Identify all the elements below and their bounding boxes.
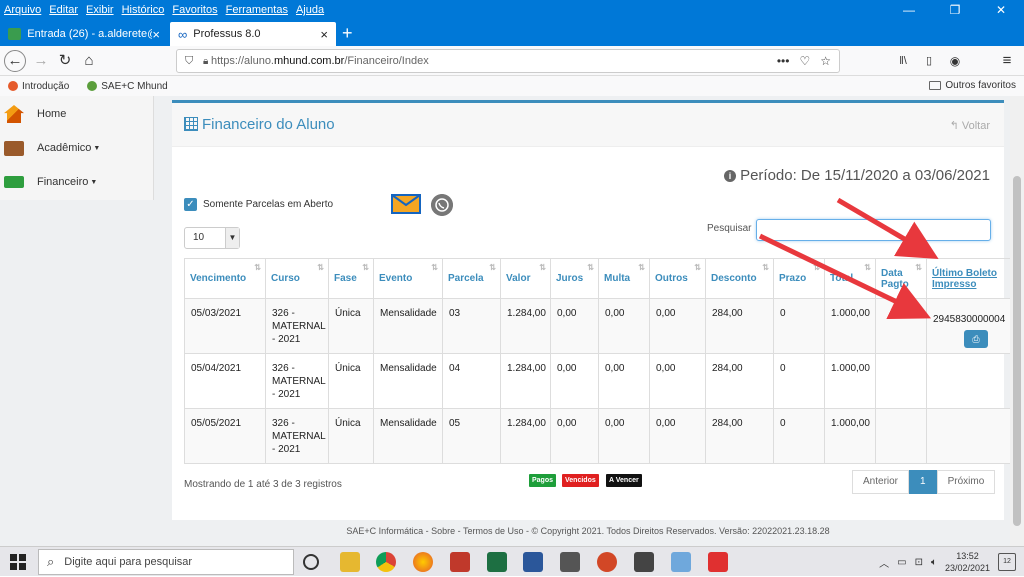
- url-bar[interactable]: ⛉ 🔒︎ https://aluno.mhund.com.br/Financei…: [176, 49, 840, 73]
- other-bookmarks-label: Outros favoritos: [945, 80, 1016, 91]
- library-icon[interactable]: ‖\: [892, 50, 914, 72]
- bookmark-label: Introdução: [22, 81, 69, 92]
- minimize-button[interactable]: —: [886, 0, 932, 20]
- shield-icon: ⛉: [185, 55, 193, 68]
- firefox-icon[interactable]: [413, 552, 433, 572]
- restore-button[interactable]: ❐: [932, 0, 978, 20]
- notifications-icon[interactable]: 12: [998, 553, 1016, 571]
- chrome-icon[interactable]: [376, 552, 396, 572]
- bookmark-saec-mhund[interactable]: SAE+C Mhund: [87, 81, 167, 92]
- new-tab-icon[interactable]: +: [342, 22, 353, 44]
- calculator-icon[interactable]: [560, 552, 580, 572]
- bookmark-label: SAE+C Mhund: [101, 81, 167, 92]
- forward-arrow-icon[interactable]: →: [30, 50, 52, 72]
- menu-historico[interactable]: Histórico: [118, 4, 169, 16]
- battery-icon[interactable]: ▭: [897, 557, 906, 568]
- search-placeholder: Digite aqui para pesquisar: [64, 556, 192, 568]
- network-icon[interactable]: ⊡: [915, 557, 923, 568]
- annotation-arrows: [0, 96, 1024, 546]
- clock[interactable]: 13:52 23/02/2021: [945, 550, 990, 574]
- hamburger-menu-icon[interactable]: ≡: [996, 50, 1018, 72]
- taskbar: ⌕ Digite aqui para pesquisar ︿ ▭ ⊡ 🔈︎ 13…: [0, 546, 1024, 576]
- anydesk-icon[interactable]: [708, 552, 728, 572]
- tab-professus[interactable]: ∞ Professus 8.0 ×: [170, 22, 336, 46]
- camera-icon[interactable]: [634, 552, 654, 572]
- annotation-arrow: [838, 200, 930, 254]
- close-tab-icon[interactable]: ×: [152, 27, 160, 42]
- chevron-up-icon[interactable]: ︿: [879, 555, 889, 570]
- excel-icon[interactable]: [487, 552, 507, 572]
- account-icon[interactable]: ◉: [944, 50, 966, 72]
- menu-exibir[interactable]: Exibir: [82, 4, 118, 16]
- bookmark-star-icon[interactable]: ☆: [820, 54, 831, 68]
- lock-icon: 🔒︎: [203, 56, 208, 67]
- reload-icon[interactable]: ↻: [54, 50, 76, 72]
- menu-favoritos[interactable]: Favoritos: [168, 4, 221, 16]
- clock-time: 13:52: [945, 550, 990, 562]
- url-text: https://aluno.mhund.com.br/Financeiro/In…: [211, 55, 429, 67]
- menu-editar[interactable]: Editar: [45, 4, 82, 16]
- page-content: Home Acadêmico ▼ Financeiro ▼ Financeiro…: [0, 96, 1024, 546]
- tab-email[interactable]: Entrada (26) - a.alderete@bol.c ×: [0, 22, 168, 46]
- tab-label: Professus 8.0: [193, 28, 260, 40]
- globe-icon: [87, 81, 97, 91]
- browser-menu-bar: Arquivo Editar Exibir Histórico Favorito…: [0, 0, 1024, 20]
- mail-favicon-icon: [8, 28, 21, 40]
- word-icon[interactable]: [523, 552, 543, 572]
- cortana-icon[interactable]: [303, 554, 319, 570]
- infinity-favicon-icon: ∞: [178, 27, 187, 42]
- taskbar-search[interactable]: ⌕ Digite aqui para pesquisar: [38, 549, 294, 575]
- navigation-bar: ← → ↻ ⌂ ⛉ 🔒︎ https://aluno.mhund.com.br/…: [0, 46, 1024, 76]
- tab-bar: Entrada (26) - a.alderete@bol.c × ∞ Prof…: [0, 20, 1024, 46]
- menu-ferramentas[interactable]: Ferramentas: [222, 4, 292, 16]
- tab-label: Entrada (26) - a.alderete@bol.c: [27, 28, 152, 40]
- menu-ajuda[interactable]: Ajuda: [292, 4, 328, 16]
- folder-icon: [929, 81, 941, 90]
- bookmark-introducao[interactable]: Introdução: [8, 81, 69, 92]
- powerpoint-icon[interactable]: [597, 552, 617, 572]
- close-window-button[interactable]: ✕: [978, 0, 1024, 20]
- annotation-arrow: [760, 236, 922, 314]
- clock-date: 23/02/2021: [945, 562, 990, 574]
- close-tab-icon[interactable]: ×: [320, 27, 328, 42]
- back-arrow-icon[interactable]: ←: [4, 50, 26, 72]
- bookmarks-bar: Introdução SAE+C Mhund: [0, 76, 1024, 96]
- firefox-icon: [8, 81, 18, 91]
- other-bookmarks[interactable]: Outros favoritos: [929, 80, 1016, 91]
- window-controls: — ❐ ✕: [886, 0, 1024, 20]
- volume-icon[interactable]: 🔈︎: [931, 557, 937, 568]
- search-icon: ⌕: [47, 554, 54, 570]
- windows-start-icon[interactable]: [10, 554, 26, 570]
- app-icon[interactable]: [671, 552, 691, 572]
- system-tray: ︿ ▭ ⊡ 🔈︎ 13:52 23/02/2021: [879, 547, 990, 577]
- app-icon[interactable]: [450, 552, 470, 572]
- page-actions-icon[interactable]: •••: [777, 54, 790, 68]
- sidebar-toggle-icon[interactable]: ▯: [918, 50, 940, 72]
- pocket-icon[interactable]: ♡: [799, 54, 810, 68]
- home-icon[interactable]: ⌂: [78, 50, 100, 72]
- menu-arquivo[interactable]: Arquivo: [0, 4, 45, 16]
- file-explorer-icon[interactable]: [340, 552, 360, 572]
